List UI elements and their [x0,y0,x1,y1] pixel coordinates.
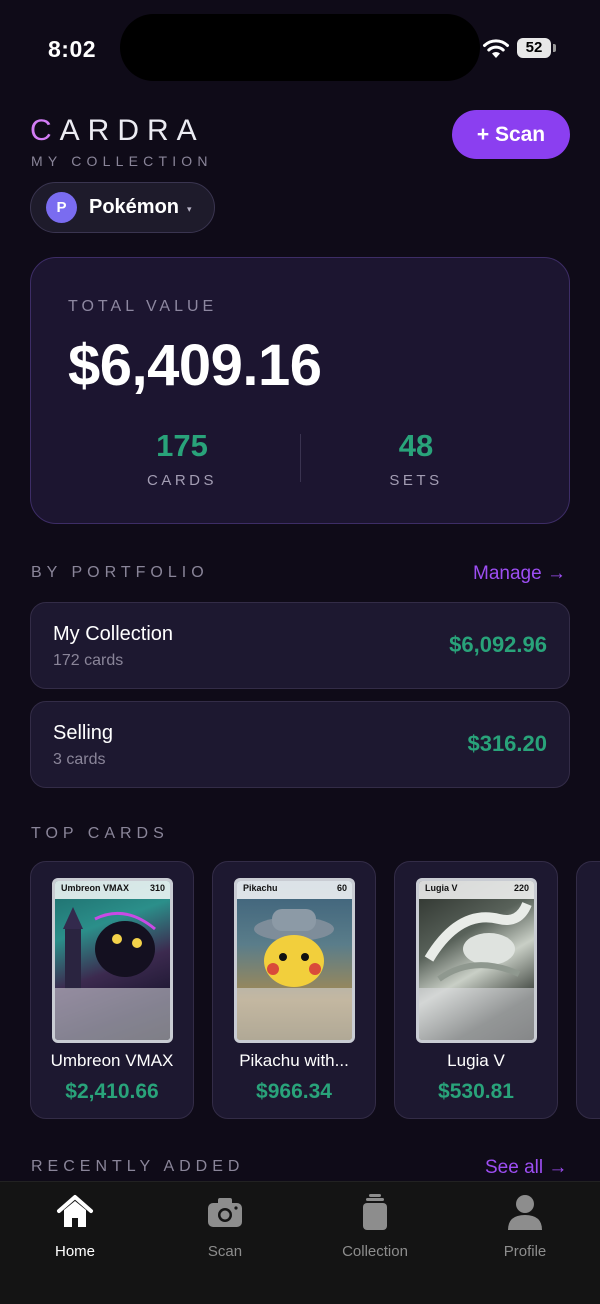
recent-section-title: RECENTLY ADDED [31,1158,245,1175]
game-label: Pokémon [89,196,180,218]
portfolio-row-my-collection[interactable]: My Collection 172 cards $6,092.96 [30,602,570,689]
sets-stat: 48 SETS [306,428,526,489]
portfolio-value: $316.20 [467,731,547,756]
card-price: $530.81 [438,1080,514,1103]
brand-logo: CARDRA [30,114,205,147]
nav-label: Scan [207,1243,243,1260]
total-value-amount: $6,409.16 [68,333,322,398]
wifi-icon [483,39,509,58]
collection-icon [363,1194,387,1230]
status-time: 8:02 [48,36,97,62]
top-card-pikachu[interactable]: Pikachu 60 Pikachu with... $966.34 [212,861,376,1119]
see-all-link[interactable]: See all → [485,1157,567,1179]
nav-label: Home [54,1243,95,1260]
nav-home[interactable]: Home [0,1192,150,1260]
portfolio-section-title: BY PORTFOLIO [31,564,209,581]
manage-link[interactable]: Manage → [473,563,566,585]
game-selector[interactable]: P Pokémon ▾ [30,182,215,233]
card-image: Pikachu 60 [234,878,355,1043]
top-card-umbreon[interactable]: Umbreon VMAX 310 Umbreon VMAX $2,410.66 [30,861,194,1119]
nav-label: Profile [503,1243,547,1260]
portfolio-name: Selling [53,722,114,744]
nav-label: Collection [342,1243,408,1260]
chevron-down-icon: ▾ [187,203,192,214]
card-image: Lugia V 220 [416,878,537,1043]
nav-scan[interactable]: Scan [150,1192,300,1260]
sets-label: SETS [389,472,443,489]
page-subtitle: MY COLLECTION [31,153,213,169]
nav-collection[interactable]: Collection [300,1192,450,1260]
status-bar: 8:02 52 [0,0,600,90]
lugia-illustration [424,901,532,982]
card-price: $2,410.66 [65,1080,159,1103]
portfolio-name: My Collection [53,623,174,645]
card-price: $966.34 [256,1080,332,1103]
battery-icon: 52 [517,38,556,58]
nav-profile[interactable]: Profile [450,1192,600,1260]
game-badge: P [46,192,77,223]
top-card-lugia[interactable]: Lugia V 220 Lugia V $530.81 [394,861,558,1119]
bottom-nav: Home Scan Collection Profile [0,1181,600,1304]
top-card-partial[interactable] [576,861,600,1119]
cards-stat: 175 CARDS [72,428,292,489]
home-icon [57,1195,93,1227]
umbreon-illustration [63,907,156,989]
card-name: Umbreon VMAX [50,1051,174,1070]
portfolio-value: $6,092.96 [449,632,547,657]
stat-divider [300,434,301,482]
top-cards-section-title: TOP CARDS [31,825,169,842]
total-value-label: TOTAL VALUE [68,298,218,315]
card-image: Umbreon VMAX 310 [52,878,173,1043]
scan-button[interactable]: + Scan [452,110,570,159]
sets-count: 48 [398,428,434,463]
pikachu-illustration [254,909,334,987]
card-name: Lugia V [447,1051,505,1070]
portfolio-row-selling[interactable]: Selling 3 cards $316.20 [30,701,570,788]
profile-icon [508,1195,542,1230]
camera-icon [208,1198,242,1227]
cards-count: 175 [156,428,208,463]
total-value-card: TOTAL VALUE $6,409.16 175 CARDS 48 SETS [30,257,570,524]
cards-label: CARDS [146,472,217,489]
card-name: Pikachu with... [239,1051,349,1070]
portfolio-count: 3 cards [53,751,106,768]
dynamic-island [120,14,480,81]
portfolio-count: 172 cards [53,652,124,669]
